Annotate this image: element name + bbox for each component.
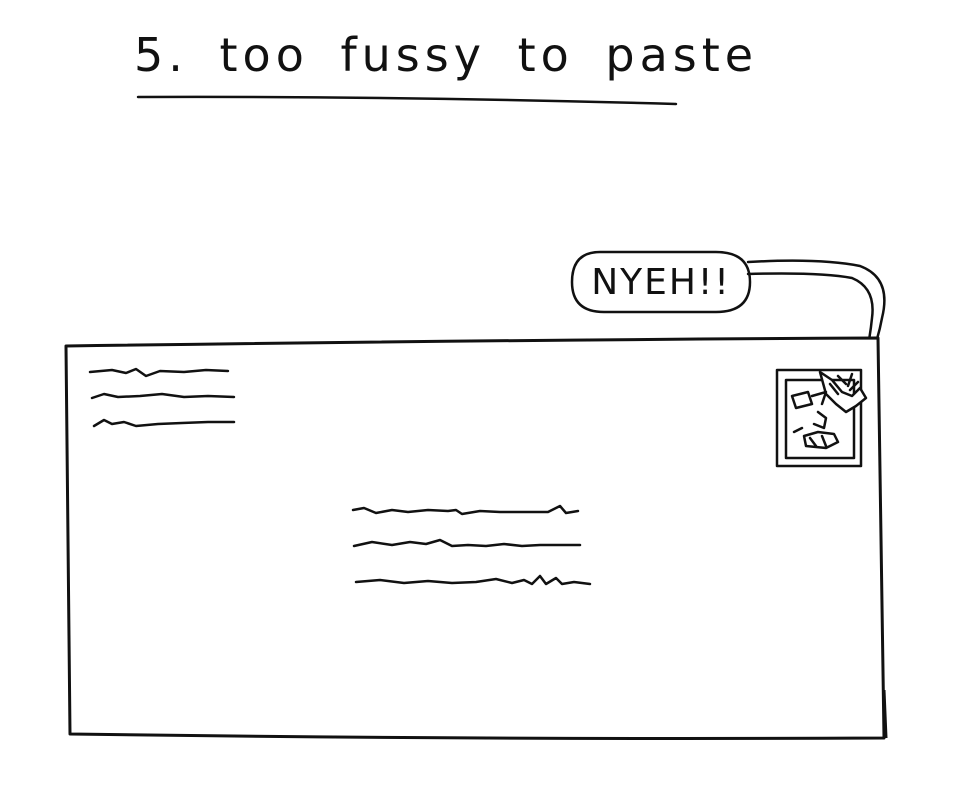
envelope <box>64 336 886 740</box>
speech-bubble-text: NYEH!! <box>591 261 731 303</box>
angry-stamp-icon <box>775 368 868 468</box>
envelope-illustration <box>64 95 888 740</box>
title-underline <box>136 95 678 106</box>
